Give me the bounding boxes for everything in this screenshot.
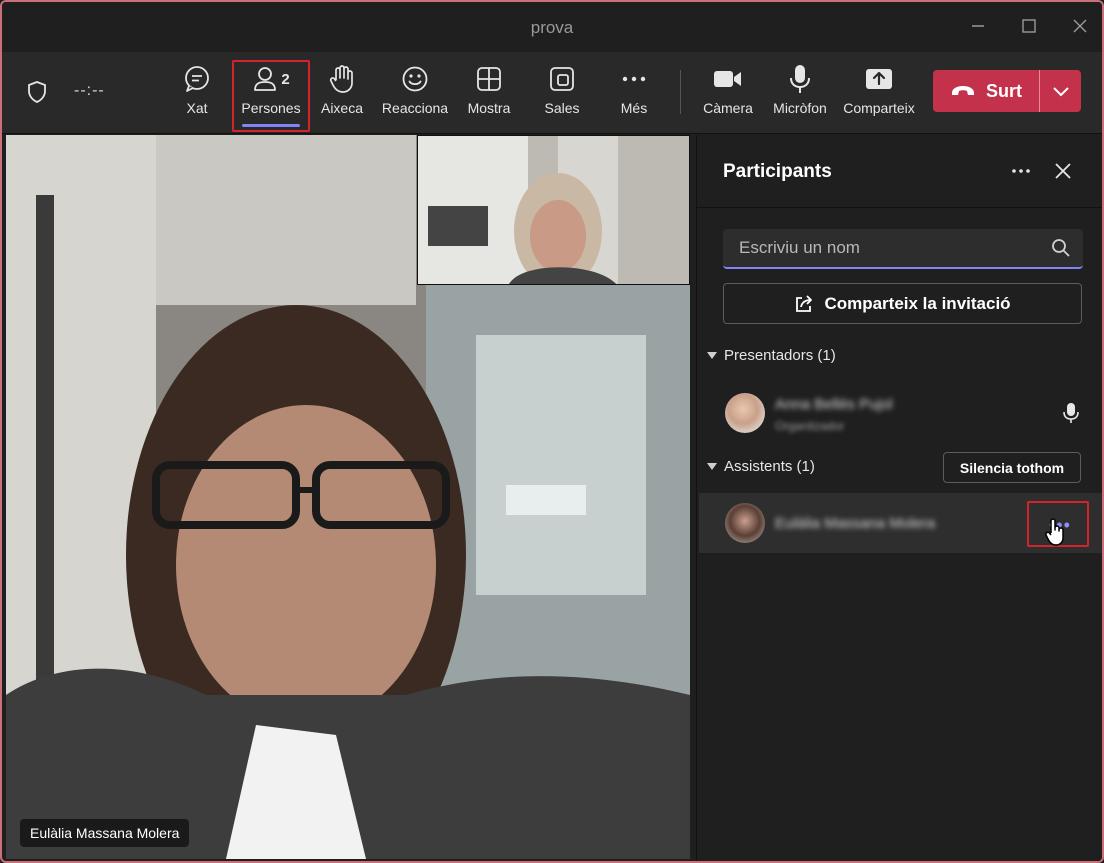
leave-button-group: Surt [933,70,1081,112]
rooms-icon [550,67,574,91]
attendees-header: Assistents (1) [724,458,815,475]
mute-all-button[interactable]: Silencia tothom [943,452,1081,483]
people-button[interactable]: 2 Persones [238,64,304,124]
camera-button[interactable]: Càmera [702,64,754,124]
caret-down-icon [707,463,717,470]
search-icon [1052,239,1070,257]
hang-up-icon [952,86,974,95]
presenters-section-toggle[interactable]: Presentadors (1) [707,347,836,364]
active-tab-indicator [242,124,300,127]
minimize-icon [972,25,984,27]
video-stage: Eulàlia Massana Molera [6,135,690,859]
leave-options-button[interactable] [1040,70,1081,112]
share-icon [866,69,892,89]
participant-search-input[interactable] [739,229,1039,267]
more-actions-label: Més [620,100,648,116]
microphone-button[interactable]: Micròfon [770,64,830,124]
people-label: Persones [241,100,301,116]
chat-button[interactable]: Xat [180,64,214,124]
share-invite-label: Comparteix la invitació [824,293,1011,313]
meeting-toolbar: --:-- Xat 2 Persones Aixeca Reacciona Mo… [2,52,1102,134]
window-title: prova [530,18,574,37]
camera-label: Càmera [703,100,753,116]
chat-icon [185,66,209,92]
people-count: 2 [281,70,290,88]
participant-role: Organitzador [775,419,845,433]
meeting-timer: --:-- [74,82,105,99]
react-button[interactable]: Reacciona [381,64,449,124]
more-icon [1012,169,1030,173]
panel-more-options-button[interactable] [1007,157,1035,185]
close-window-button[interactable] [1066,12,1094,40]
smile-icon [402,66,428,92]
participant-search [723,229,1083,269]
close-icon [1073,19,1087,33]
participant-name: Anna Bellés Pujol [775,396,893,413]
microphone-label: Micròfon [773,100,827,116]
share-content-button[interactable]: Comparteix [842,64,916,124]
raise-hand-label: Aixeca [320,100,364,116]
panel-divider [697,207,1102,208]
view-button[interactable]: Mostra [466,64,512,124]
view-grid-icon [477,67,501,91]
view-label: Mostra [467,100,511,116]
close-icon [1055,163,1071,179]
people-icon [254,67,277,91]
participant-row-presenter[interactable]: Anna Bellés Pujol Organitzador [699,383,1102,443]
mic-icon [1063,403,1079,423]
participant-row-attendee[interactable]: Eulàlia Massana Molera ••• [699,493,1102,553]
hand-cursor-icon [1045,518,1064,546]
camera-icon [714,71,741,87]
shield-icon [28,81,46,103]
minimize-button[interactable] [964,12,992,40]
share-invite-icon [796,294,813,312]
maximize-icon [1022,19,1036,33]
attendees-section-toggle[interactable]: Assistents (1) [707,458,815,475]
leave-button[interactable]: Surt [933,70,1039,112]
avatar [725,393,765,433]
rooms-label: Sales [544,100,580,116]
raise-hand-button[interactable]: Aixeca [320,64,364,124]
self-view-feed [418,136,689,284]
raise-hand-icon [329,65,353,93]
leave-label: Surt [986,80,1022,101]
mic-icon [790,65,810,93]
panel-title: Participants [723,161,832,182]
chat-label: Xat [186,100,208,116]
participants-panel: Participants Comparteix la invitació Pre… [696,135,1102,861]
chevron-down-icon [1052,87,1069,97]
more-actions-button[interactable]: Més [618,64,650,124]
avatar [725,503,765,543]
react-label: Reacciona [381,100,449,116]
share-invite-button[interactable]: Comparteix la invitació [723,283,1082,324]
toolbar-separator [680,70,681,114]
share-content-label: Comparteix [843,100,915,116]
rooms-button[interactable]: Sales [543,64,581,124]
self-view-video [417,135,690,285]
maximize-button[interactable] [1015,12,1043,40]
title-bar: prova [2,2,1102,52]
participant-name-tag: Eulàlia Massana Molera [20,819,190,847]
presenters-header: Presentadors (1) [724,347,836,364]
meeting-info-button[interactable] [26,80,48,109]
participant-more-options-button[interactable]: ••• [1027,501,1089,547]
caret-down-icon [707,352,717,359]
more-icon [622,76,646,82]
panel-close-button[interactable] [1049,157,1077,185]
participant-name: Eulàlia Massana Molera [775,515,936,532]
teams-meeting-window: prova --:-- Xat 2 Persones Aixeca Reacci… [0,0,1104,863]
